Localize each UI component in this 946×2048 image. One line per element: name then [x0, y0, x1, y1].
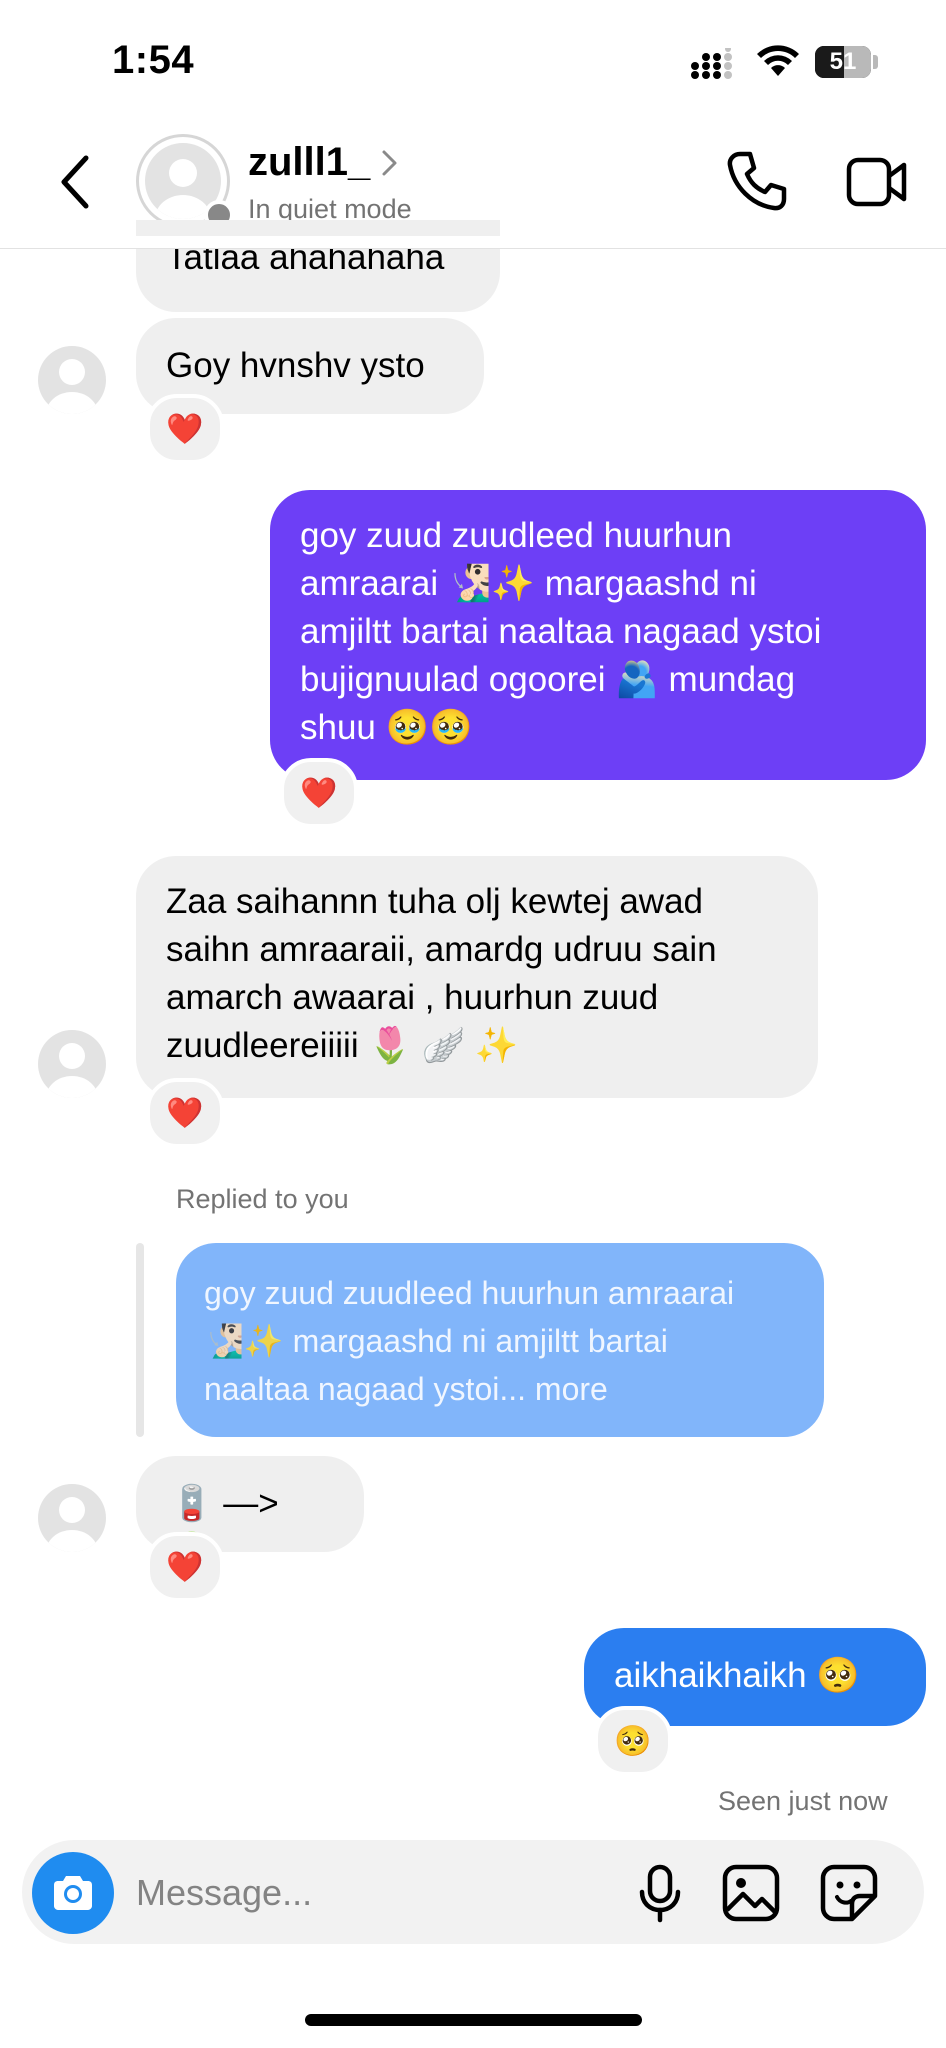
battery-nub [873, 55, 878, 69]
message-text: aikhaikhaikh 🥺 [614, 1656, 860, 1695]
message-line: Zaa saihannn tuha olj kewtej awad [166, 882, 704, 921]
message-line: shuu 🥹🥹 [300, 708, 473, 747]
sender-avatar[interactable] [38, 1484, 106, 1552]
message-line: amraarai 🧏🏻‍♂️✨ margaashd ni [300, 564, 757, 603]
message-bubble-outgoing[interactable]: goy zuud zuudleed huurhun amraarai 🧏🏻‍♂️… [270, 490, 926, 780]
default-avatar-icon [46, 1497, 98, 1552]
reaction-badge[interactable]: ❤️ [146, 1078, 224, 1148]
video-camera-icon[interactable] [846, 156, 908, 208]
reply-quote-bar [136, 1243, 144, 1437]
message-line: saihn amraaraii, amardg udruu sain [166, 930, 717, 969]
quoted-line: goy zuud zuudleed huurhun amraarai [204, 1275, 735, 1311]
scroll-mask [0, 236, 946, 248]
sticker-icon[interactable] [820, 1864, 878, 1922]
quoted-line: naaltaa nagaad ystoi... more [204, 1371, 608, 1407]
contact-name[interactable]: zulll1_ [248, 140, 370, 185]
camera-icon [54, 1876, 92, 1910]
gallery-icon[interactable] [722, 1864, 780, 1922]
home-indicator [305, 2014, 642, 2026]
quoted-line: 🧏🏻‍♂️✨ margaashd ni amjiltt bartai [204, 1323, 668, 1359]
microphone-icon[interactable] [636, 1864, 684, 1924]
chevron-right-icon[interactable] [380, 148, 400, 178]
cellular-signal-icon [691, 48, 732, 79]
wifi-icon [757, 45, 799, 76]
battery-percent: 51 [829, 48, 857, 75]
message-bubble-incoming[interactable]: Tatlaa ahahahaha [136, 220, 500, 312]
reaction-badge[interactable]: ❤️ [280, 758, 358, 828]
reaction-badge[interactable]: ❤️ [146, 1532, 224, 1602]
message-line: goy zuud zuudleed huurhun [300, 516, 733, 555]
default-avatar-icon [46, 359, 98, 414]
message-bubble-incoming[interactable]: Zaa saihannn tuha olj kewtej awad saihn … [136, 856, 818, 1098]
quoted-message-preview[interactable]: goy zuud zuudleed huurhun amraarai 🧏🏻‍♂️… [176, 1243, 824, 1437]
sender-avatar[interactable] [38, 1030, 106, 1098]
seen-status: Seen just now [718, 1786, 888, 1816]
status-time: 1:54 [112, 38, 195, 82]
message-input[interactable] [136, 1868, 606, 1918]
default-avatar-icon [46, 1043, 98, 1098]
camera-button[interactable] [32, 1852, 114, 1934]
back-chevron-icon[interactable] [56, 154, 96, 210]
reaction-badge[interactable]: 🥺 [594, 1706, 672, 1776]
message-text: Goy hvnshv ysto [166, 346, 425, 385]
phone-icon[interactable] [726, 150, 788, 212]
reaction-badge[interactable]: ❤️ [146, 394, 224, 464]
header-divider-2 [0, 248, 946, 249]
message-line: amjiltt bartai naaltaa nagaad ystoi [300, 612, 822, 651]
message-line: zuudleereiiiii 🌷 🪽 ✨ [166, 1026, 519, 1065]
sender-avatar[interactable] [38, 346, 106, 414]
battery-indicator: 51 [815, 46, 871, 78]
message-line: amarch awaarai , huurhun zuud [166, 978, 659, 1017]
message-line: bujignuulad ogoorei 🫂 mundag [300, 660, 796, 699]
replied-label: Replied to you [176, 1184, 349, 1214]
